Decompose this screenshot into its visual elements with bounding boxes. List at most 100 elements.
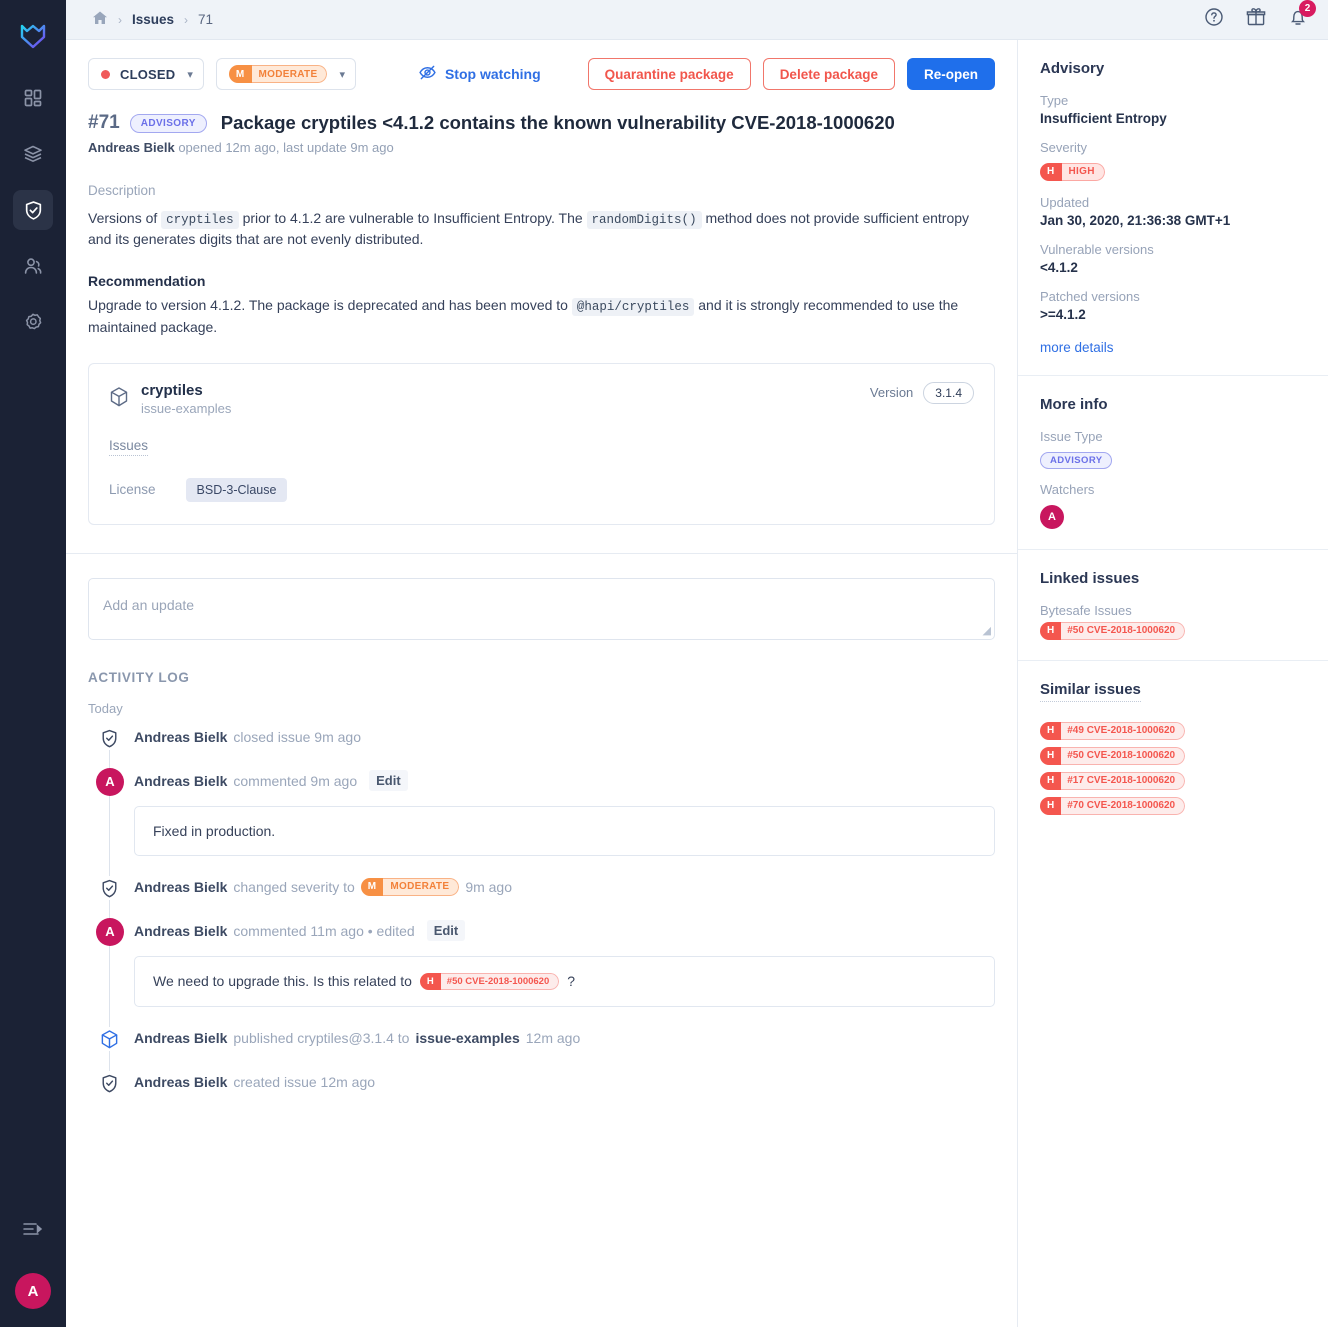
linked-issues-title: Linked issues — [1040, 569, 1140, 587]
more-info-title: More info — [1040, 395, 1108, 413]
similar-issue-chip[interactable]: H #70 CVE-2018-1000620 — [1040, 796, 1186, 815]
description-label: Description — [88, 183, 156, 198]
add-update-textarea[interactable]: Add an update ◢ — [88, 577, 995, 640]
linked-issue-chip[interactable]: H #50 CVE-2018-1000620 — [419, 972, 560, 990]
activity-action: closed issue 9m ago — [233, 728, 362, 745]
user-avatar[interactable]: A — [15, 1273, 51, 1309]
page-title: Package cryptiles <4.1.2 contains the kn… — [220, 112, 895, 133]
comment-text: Fixed in production. — [153, 822, 276, 839]
similar-issue-label: #49 CVE-2018-1000620 — [1061, 721, 1186, 740]
severity-select[interactable]: M MODERATE ▾ — [215, 58, 356, 90]
activity-entry: A Andreas Bielk commented 11m ago • edit… — [88, 917, 995, 1027]
similar-issues-title: Similar issues — [1040, 681, 1141, 702]
similar-issue-chip[interactable]: H #50 CVE-2018-1000620 — [1040, 746, 1186, 765]
breadcrumb-item-issues[interactable]: Issues — [132, 12, 174, 27]
sidebar-item-settings[interactable] — [13, 302, 53, 342]
activity-action: created issue 12m ago — [233, 1073, 376, 1090]
activity-author: Andreas Bielk — [134, 728, 228, 745]
activity-entry: Andreas Bielk changed severity to M MODE… — [88, 874, 995, 920]
severity-letter: H — [1040, 162, 1062, 181]
reopen-button[interactable]: Re-open — [907, 58, 995, 90]
status-label: CLOSED — [120, 66, 176, 82]
activity-entry-text: Andreas Bielk commented 11m ago • edited… — [134, 918, 995, 944]
breadcrumb-separator: › — [184, 12, 189, 27]
description-part-2: prior to 4.1.2 are vulnerable to Insuffi… — [242, 210, 583, 226]
main-area: › Issues › 71 2 CLOSED ▾ M MODERATE ▾ St… — [66, 0, 1328, 1327]
advisory-vulnerable-label: Vulnerable versions — [1040, 241, 1154, 257]
package-cube-icon — [96, 1027, 122, 1053]
issue-header: #71 ADVISORY Package cryptiles <4.1.2 co… — [88, 112, 995, 134]
add-update-placeholder: Add an update — [103, 596, 195, 613]
resize-handle[interactable]: ◢ — [983, 624, 991, 637]
bytesafe-logo[interactable] — [13, 16, 53, 56]
description-part-1: Versions of — [88, 210, 158, 226]
activity-entry: Andreas Bielk published cryptiles@3.1.4 … — [88, 1025, 995, 1071]
watcher-avatar[interactable]: A — [1040, 504, 1064, 529]
activity-entry-text: Andreas Bielk commented 9m ago Edit — [134, 768, 995, 794]
bell-icon[interactable]: 2 — [1288, 0, 1316, 32]
help-circle-icon[interactable] — [1204, 7, 1224, 32]
notification-badge: 2 — [1299, 0, 1316, 17]
activity-day-label: Today — [88, 700, 123, 716]
description-code-2: randomDigits() — [586, 211, 702, 229]
sidebar-item-members[interactable] — [13, 246, 53, 286]
comment-body: We need to upgrade this. Is this related… — [134, 955, 995, 1007]
activity-entry: Andreas Bielk closed issue 9m ago — [88, 724, 995, 770]
issue-meta: Andreas Bielk opened 12m ago, last updat… — [88, 140, 995, 155]
activity-action: commented 11m ago • edited — [233, 922, 415, 939]
issue-toolbar: CLOSED ▾ M MODERATE ▾ Stop watching Quar… — [88, 58, 995, 90]
recommendation-part-1: Upgrade to version 4.1.2. The package is… — [88, 297, 568, 314]
package-identity: cryptiles issue-examples — [141, 382, 231, 416]
breadcrumb-item-current: 71 — [198, 12, 214, 27]
advisory-title: Advisory — [1040, 60, 1105, 77]
package-license-row: License BSD-3-Clause — [109, 477, 974, 502]
collapse-panel-icon[interactable] — [22, 1220, 44, 1243]
home-icon[interactable] — [92, 10, 108, 29]
similar-issue-chip[interactable]: H #49 CVE-2018-1000620 — [1040, 721, 1186, 740]
section-divider — [66, 552, 1017, 554]
severity-label: HIGH — [1061, 162, 1105, 181]
issue-type-badge-row: ADVISORY — [1040, 450, 1306, 469]
watchers-label: Watchers — [1040, 481, 1095, 497]
linked-issues-section: Linked issues Bytesafe Issues H #50 CVE-… — [1018, 550, 1328, 661]
activity-log-heading: ACTIVITY LOG — [88, 669, 190, 685]
shield-check-icon — [96, 876, 122, 902]
activity-entry-text: Andreas Bielk published cryptiles@3.1.4 … — [134, 1025, 995, 1051]
gift-icon[interactable] — [1246, 7, 1266, 32]
status-dot-icon — [101, 69, 110, 79]
advisory-patched-label: Patched versions — [1040, 288, 1140, 304]
left-navigation: A — [0, 0, 66, 1327]
similar-issue-chip[interactable]: H #17 CVE-2018-1000620 — [1040, 771, 1186, 790]
edit-comment-button[interactable]: Edit — [369, 770, 408, 792]
package-license-chip[interactable]: BSD-3-Clause — [185, 477, 288, 502]
sidebar-item-dashboard[interactable] — [13, 78, 53, 118]
activity-timeline: Andreas Bielk closed issue 9m ago A Andr… — [88, 724, 995, 1113]
edit-comment-button[interactable]: Edit — [426, 920, 466, 942]
similar-issues-section: Similar issues H #49 CVE-2018-1000620 H … — [1018, 661, 1328, 835]
status-badge: H HIGH — [1040, 162, 1105, 181]
severity-letter: H — [1040, 621, 1062, 640]
activity-entry: Andreas Bielk created issue 12m ago — [88, 1069, 995, 1113]
linked-issue-chip[interactable]: H #50 CVE-2018-1000620 — [1040, 621, 1186, 640]
recommendation-text: Upgrade to version 4.1.2. The package is… — [88, 295, 988, 336]
severity-letter: H — [1040, 796, 1062, 815]
sidebar-item-packages[interactable] — [13, 134, 53, 174]
severity-letter: H — [1040, 746, 1062, 765]
status-select[interactable]: CLOSED ▾ — [88, 58, 204, 90]
shield-check-icon — [96, 1071, 122, 1097]
delete-package-button[interactable]: Delete package — [762, 58, 895, 90]
sidebar-item-issues[interactable] — [13, 190, 53, 230]
stop-watching-button[interactable]: Stop watching — [418, 63, 541, 85]
activity-entry-text: Andreas Bielk closed issue 9m ago — [134, 724, 995, 750]
advisory-updated-value: Jan 30, 2020, 21:36:38 GMT+1 — [1040, 212, 1231, 228]
package-issues-link[interactable]: Issues — [109, 438, 149, 456]
advisory-severity-badge-row: H HIGH — [1040, 161, 1306, 181]
package-version-chip[interactable]: 3.1.4 — [923, 381, 974, 404]
issue-type-tag: ADVISORY — [129, 113, 207, 133]
more-details-link[interactable]: more details — [1040, 340, 1306, 355]
similar-issue-label: #70 CVE-2018-1000620 — [1061, 796, 1186, 815]
activity-entry: A Andreas Bielk commented 9m ago Edit Fi… — [88, 767, 995, 876]
activity-action: published cryptiles@3.1.4 to — [233, 1029, 410, 1046]
severity-letter: M — [228, 65, 252, 83]
quarantine-package-button[interactable]: Quarantine package — [587, 58, 751, 90]
